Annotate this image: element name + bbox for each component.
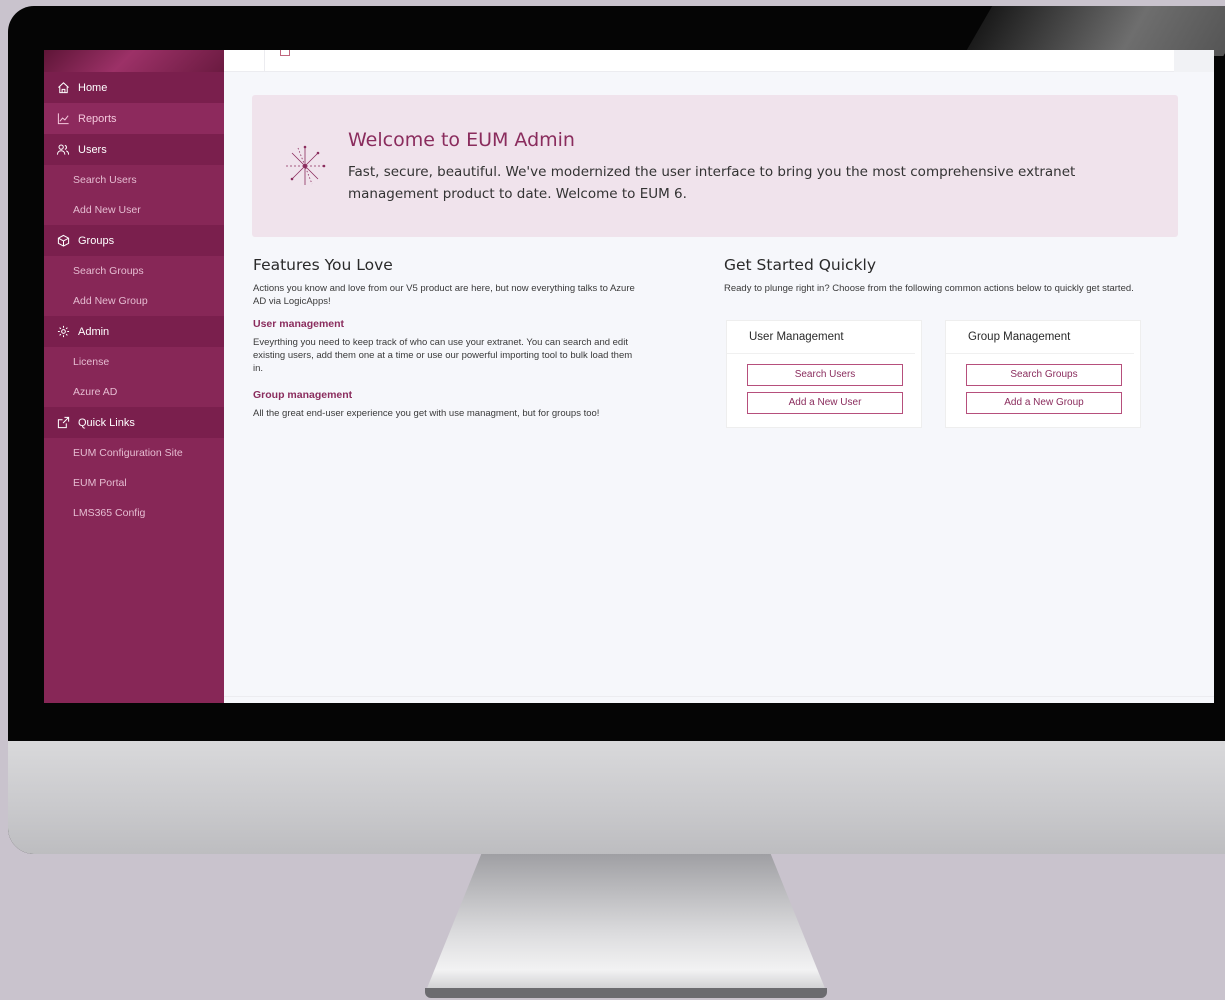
sparkle-icon	[286, 145, 326, 185]
sidebar-header-pattern	[44, 50, 224, 72]
sidebar-item-label: Users	[78, 143, 107, 156]
sidebar-item-add-new-user[interactable]: Add New User	[44, 195, 224, 225]
sidebar-item-license[interactable]: License	[44, 347, 224, 377]
group-management-heading: Group management	[253, 389, 353, 401]
sidebar-item-groups[interactable]: Groups	[44, 225, 224, 256]
welcome-text: Fast, secure, beautiful. We've modernize…	[348, 164, 1076, 202]
welcome-title: Welcome to EUM Admin	[348, 129, 575, 151]
group-management-text: All the great end-user experience you ge…	[253, 408, 600, 419]
sidebar-item-label: Home	[78, 81, 108, 94]
sidebar-item-home[interactable]: Home	[44, 72, 224, 103]
card-title: Group Management	[946, 321, 1134, 354]
main-content: Welcome to EUM Admin Fast, secure, beaut…	[224, 72, 1214, 703]
monitor-stand-base	[425, 988, 827, 998]
search-users-button[interactable]: Search Users	[747, 364, 903, 386]
card-title: User Management	[727, 321, 915, 354]
topbar-divider	[264, 50, 265, 72]
external-link-icon	[56, 416, 70, 430]
monitor-frame: Home Reports Users Search Users Add New …	[8, 6, 1225, 854]
sidebar-item-admin[interactable]: Admin	[44, 316, 224, 347]
monitor-chin	[8, 741, 1225, 854]
home-icon	[56, 81, 70, 95]
sidebar-item-search-users[interactable]: Search Users	[44, 165, 224, 195]
group-management-card: Group Management Search Groups Add a New…	[945, 320, 1141, 428]
gear-icon	[56, 325, 70, 339]
features-intro: Actions you know and love from our V5 pr…	[253, 283, 635, 307]
features-section: Features You Love Actions you know and l…	[253, 256, 643, 420]
get-started-intro: Ready to plunge right in? Choose from th…	[724, 283, 1134, 294]
sidebar-item-lms365-config[interactable]: LMS365 Config	[44, 498, 224, 528]
sidebar-item-label: Reports	[78, 112, 117, 125]
get-started-section: Get Started Quickly Ready to plunge righ…	[724, 256, 1174, 295]
footer-divider	[224, 696, 1214, 697]
sidebar-item-label: Quick Links	[78, 416, 135, 429]
welcome-banner: Welcome to EUM Admin Fast, secure, beaut…	[252, 95, 1178, 237]
monitor-stand	[425, 854, 827, 994]
add-new-user-button[interactable]: Add a New User	[747, 392, 903, 414]
user-management-heading: User management	[253, 318, 345, 330]
chart-line-icon	[56, 112, 70, 126]
users-icon	[56, 143, 70, 157]
sidebar-item-label: Groups	[78, 234, 115, 247]
user-management-card: User Management Search Users Add a New U…	[726, 320, 922, 428]
search-groups-button[interactable]: Search Groups	[966, 364, 1122, 386]
user-management-text: Eveyrthing you need to keep track of who…	[253, 337, 633, 374]
bezel-reflection	[963, 6, 1225, 56]
add-new-group-button[interactable]: Add a New Group	[966, 392, 1122, 414]
sidebar-item-eum-portal[interactable]: EUM Portal	[44, 468, 224, 498]
sidebar-item-quick-links[interactable]: Quick Links	[44, 407, 224, 438]
sidebar-item-eum-configuration-site[interactable]: EUM Configuration Site	[44, 438, 224, 468]
sidebar-item-users[interactable]: Users	[44, 134, 224, 165]
top-bar	[224, 50, 1214, 72]
features-title: Features You Love	[253, 256, 393, 274]
screen: Home Reports Users Search Users Add New …	[44, 50, 1214, 703]
cube-icon	[56, 234, 70, 248]
sidebar-item-label: Admin	[78, 325, 110, 338]
topbar-right-area	[1174, 50, 1214, 72]
get-started-title: Get Started Quickly	[724, 256, 877, 274]
logo-icon[interactable]	[280, 50, 290, 56]
sidebar-item-add-new-group[interactable]: Add New Group	[44, 286, 224, 316]
sidebar-item-search-groups[interactable]: Search Groups	[44, 256, 224, 286]
sidebar-item-azure-ad[interactable]: Azure AD	[44, 377, 224, 407]
sidebar: Home Reports Users Search Users Add New …	[44, 50, 224, 703]
sidebar-item-reports[interactable]: Reports	[44, 103, 224, 134]
